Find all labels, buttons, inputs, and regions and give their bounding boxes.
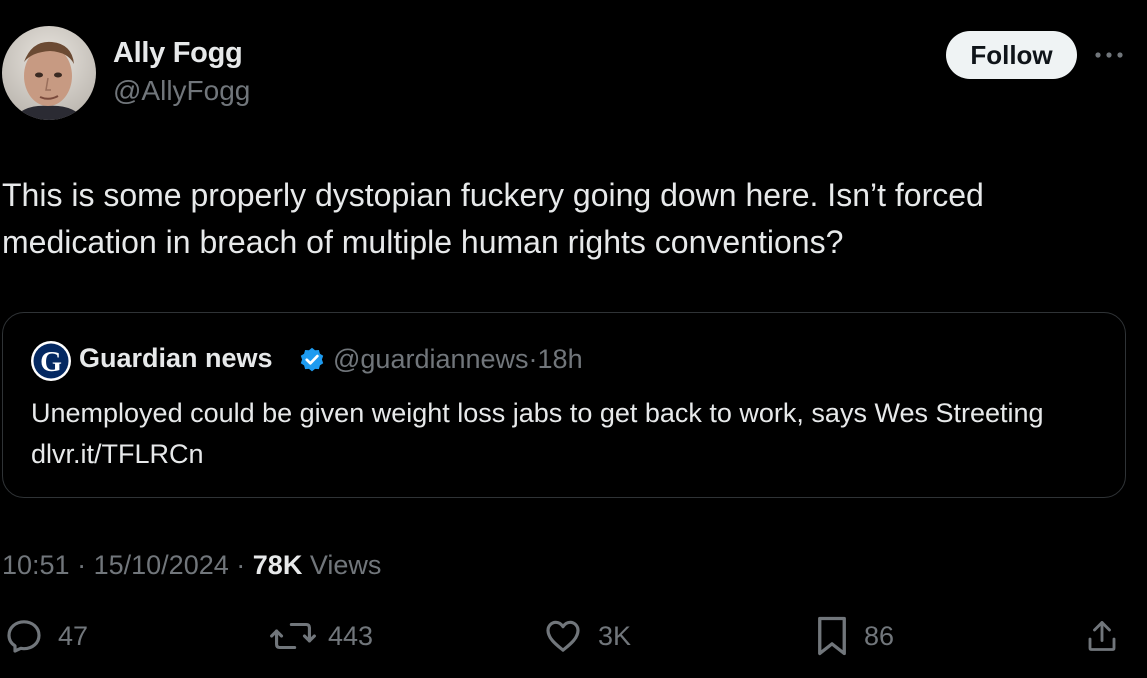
views-count: 78K: [252, 550, 303, 580]
bookmark-icon: [818, 616, 846, 656]
tweet-text: This is some properly dystopian fuckery …: [2, 177, 984, 260]
quoted-author-name[interactable]: Guardian news: [79, 343, 273, 374]
like-button[interactable]: 3K: [542, 614, 631, 658]
author-handle[interactable]: @AllyFogg: [113, 75, 250, 107]
share-icon: [1088, 621, 1116, 651]
reply-button[interactable]: 47: [4, 614, 88, 658]
tweet-time[interactable]: 10:51: [2, 550, 70, 580]
quoted-author-handle[interactable]: @guardiannews: [333, 344, 529, 374]
heart-icon: [546, 620, 580, 652]
meta-separator: ·: [528, 344, 538, 374]
quoted-tweet-text: Unemployed could be given weight loss ja…: [31, 398, 1044, 469]
avatar[interactable]: [2, 26, 96, 120]
quoted-tweet-card[interactable]: G Guardian news @guardiannews·18h Unempl…: [2, 312, 1126, 498]
profile-photo-icon: [2, 26, 96, 120]
meta-separator: ·: [236, 550, 246, 580]
follow-button[interactable]: Follow: [946, 31, 1077, 79]
more-horizontal-icon[interactable]: [1092, 44, 1126, 66]
like-count: 3K: [598, 620, 632, 651]
verified-badge-icon: [298, 346, 326, 374]
quoted-tweet-meta: @guardiannews·18h: [333, 344, 583, 375]
share-button[interactable]: [1084, 614, 1120, 658]
repost-button[interactable]: 443: [270, 614, 373, 658]
guardian-logo-icon: G: [31, 341, 71, 381]
quoted-tweet-time[interactable]: 18h: [538, 344, 583, 374]
repost-icon: [270, 622, 316, 650]
repost-count: 443: [328, 620, 374, 651]
svg-text:G: G: [40, 347, 62, 378]
author-display-name[interactable]: Ally Fogg: [113, 37, 243, 70]
meta-separator: ·: [77, 550, 87, 580]
bookmark-count: 86: [864, 620, 895, 651]
reply-count: 47: [58, 620, 89, 651]
tweet-timestamp-row: 10:51 · 15/10/2024 · 78K Views: [2, 550, 381, 581]
bookmark-button[interactable]: 86: [814, 614, 894, 658]
views-label: Views: [309, 550, 382, 580]
reply-icon: [7, 620, 41, 653]
tweet-date[interactable]: 15/10/2024: [94, 550, 229, 580]
